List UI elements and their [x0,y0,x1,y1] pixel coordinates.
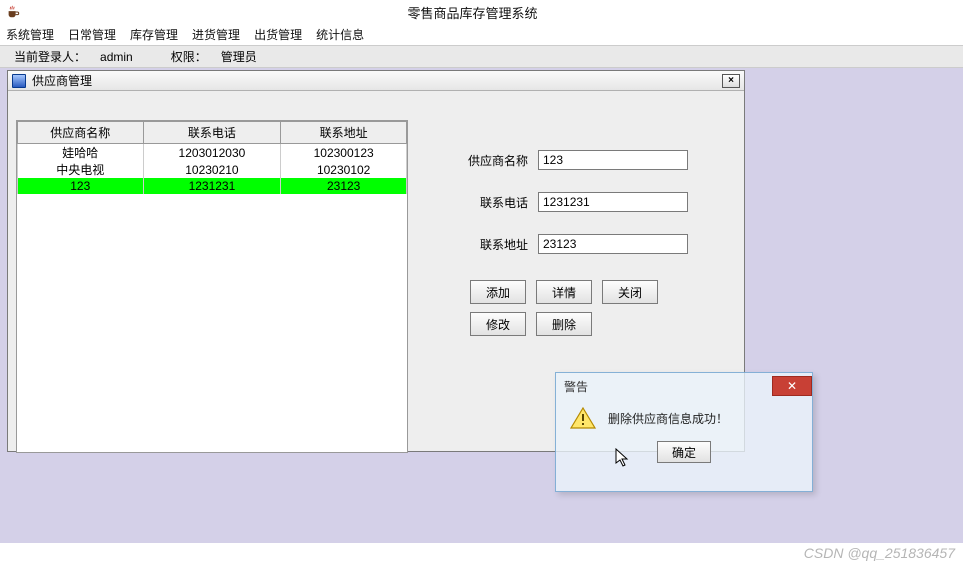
internal-window-icon [12,74,26,88]
label-address: 联系地址 [468,236,528,253]
java-coffee-icon [6,5,20,19]
table-cell: 1231231 [143,178,281,194]
table-cell: 中央电视 [18,161,144,178]
table-cell: 10230102 [281,161,407,178]
menu-outbound[interactable]: 出货管理 [254,26,302,43]
table-row[interactable]: 娃哈哈1203012030102300123 [18,144,407,162]
menu-stock[interactable]: 库存管理 [130,26,178,43]
table-cell: 102300123 [281,144,407,162]
dialog-titlebar[interactable]: 警告 ✕ [556,373,812,399]
input-phone[interactable] [538,192,688,212]
menu-system[interactable]: 系统管理 [6,26,54,43]
statusbar: 当前登录人： admin 权限： 管理员 [0,46,963,68]
button-grid: 添加 详情 关闭 修改 删除 [470,280,718,336]
menu-stats[interactable]: 统计信息 [316,26,364,43]
internal-title: 供应商管理 [32,72,92,89]
login-value: admin [100,50,133,64]
col-phone[interactable]: 联系电话 [143,122,281,144]
supplier-table[interactable]: 供应商名称 联系电话 联系地址 娃哈哈1203012030102300123中央… [16,120,408,453]
table-cell: 123 [18,178,144,194]
delete-button[interactable]: 删除 [536,312,592,336]
table-cell: 娃哈哈 [18,144,144,162]
table-cell: 1203012030 [143,144,281,162]
alert-dialog: 警告 ✕ 删除供应商信息成功！ 确定 [555,372,813,492]
label-supplier-name: 供应商名称 [468,152,528,169]
col-address[interactable]: 联系地址 [281,122,407,144]
modify-button[interactable]: 修改 [470,312,526,336]
input-supplier-name[interactable] [538,150,688,170]
label-phone: 联系电话 [468,194,528,211]
menu-inbound[interactable]: 进货管理 [192,26,240,43]
menubar: 系统管理 日常管理 库存管理 进货管理 出货管理 统计信息 [0,24,963,46]
warning-icon [570,407,596,429]
col-supplier-name[interactable]: 供应商名称 [18,122,144,144]
add-button[interactable]: 添加 [470,280,526,304]
table-row[interactable]: 中央电视1023021010230102 [18,161,407,178]
app-titlebar: 零售商品库存管理系统 [0,0,963,24]
table-cell: 10230210 [143,161,281,178]
dialog-title: 警告 [564,378,588,395]
mdi-desktop: 供应商管理 × 供应商名称 联系电话 联系地址 娃哈哈1203012030102… [0,68,963,543]
dialog-ok-button[interactable]: 确定 [657,441,711,463]
watermark: CSDN @qq_251836457 [804,545,955,561]
menu-daily[interactable]: 日常管理 [68,26,116,43]
login-label: 当前登录人： [14,48,86,65]
app-title: 零售商品库存管理系统 [28,3,957,22]
role-value: 管理员 [221,48,257,65]
dialog-message: 删除供应商信息成功！ [608,410,728,427]
table-cell: 23123 [281,178,407,194]
dialog-close-button[interactable]: ✕ [772,376,812,396]
role-label: 权限： [171,48,207,65]
internal-titlebar[interactable]: 供应商管理 × [8,71,744,91]
internal-close-button[interactable]: × [722,74,740,88]
close-button[interactable]: 关闭 [602,280,658,304]
input-address[interactable] [538,234,688,254]
detail-button[interactable]: 详情 [536,280,592,304]
table-row[interactable]: 123123123123123 [18,178,407,194]
